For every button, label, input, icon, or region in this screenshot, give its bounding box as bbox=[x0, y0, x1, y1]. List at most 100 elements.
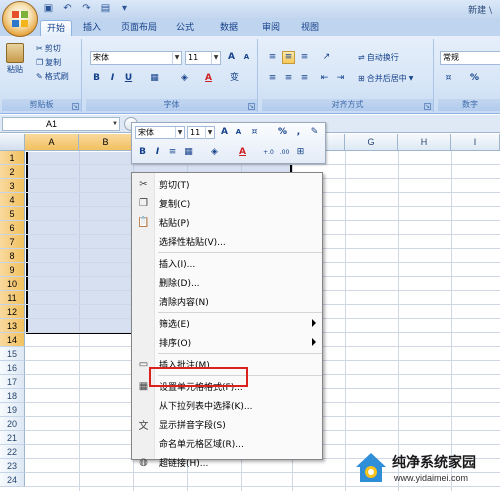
tab-review[interactable]: 审阅 bbox=[256, 20, 286, 36]
menu-item[interactable]: ❐ 复制(C) bbox=[132, 194, 322, 213]
column-header[interactable]: I bbox=[451, 134, 500, 151]
tab-insert[interactable]: 插入 bbox=[78, 20, 106, 36]
menu-item[interactable]: 插入(I)... bbox=[132, 254, 322, 273]
mini-comma-button[interactable]: , bbox=[292, 126, 305, 139]
font-name-combo[interactable]: 宋体 ▼ bbox=[90, 51, 182, 65]
align-left-icon[interactable]: ≡ bbox=[266, 72, 279, 85]
copy-button[interactable]: ❐ 复制 bbox=[36, 57, 61, 68]
column-header[interactable]: G bbox=[345, 134, 398, 151]
fill-color-icon[interactable]: ◈ bbox=[178, 72, 191, 85]
align-center-icon[interactable]: ≡ bbox=[282, 72, 295, 85]
menu-item[interactable]: 选择性粘贴(V)... bbox=[132, 232, 322, 251]
mini-italic-button[interactable]: I bbox=[151, 146, 164, 159]
row-header[interactable]: 11 bbox=[0, 291, 25, 305]
select-all-corner[interactable] bbox=[0, 134, 25, 151]
row-header[interactable]: 16 bbox=[0, 361, 25, 375]
qat-dropdown-icon[interactable]: ▾ bbox=[118, 2, 131, 15]
tab-home[interactable]: 开始 bbox=[40, 20, 72, 36]
mini-currency-icon[interactable]: ¤ bbox=[248, 126, 261, 139]
bold-button[interactable]: B bbox=[90, 72, 103, 85]
preview-icon[interactable]: ▤ bbox=[99, 2, 112, 15]
row-header[interactable]: 21 bbox=[0, 431, 25, 445]
align-right-icon[interactable]: ≡ bbox=[298, 72, 311, 85]
format-painter-button[interactable]: ✎ 格式刷 bbox=[36, 71, 69, 82]
merge-center-button[interactable]: ⊞ 合并后居中 ▼ bbox=[358, 73, 413, 84]
row-header[interactable]: 22 bbox=[0, 445, 25, 459]
mini-decrease-decimal-button[interactable]: .00 bbox=[278, 146, 291, 159]
undo-icon[interactable]: ↶ bbox=[61, 2, 74, 15]
wrap-text-button[interactable]: ⇌ 自动换行 bbox=[358, 52, 399, 63]
tab-page-layout[interactable]: 页面布局 bbox=[115, 20, 163, 36]
row-header[interactable]: 6 bbox=[0, 221, 25, 235]
font-color-button[interactable]: A bbox=[202, 72, 215, 85]
mini-merge-icon[interactable]: ⊞ bbox=[294, 146, 307, 159]
cut-button[interactable]: ✂ 剪切 bbox=[36, 43, 61, 54]
mini-increase-decimal-button[interactable]: +.0 bbox=[262, 146, 275, 159]
font-launcher-icon[interactable]: ↘ bbox=[248, 103, 255, 110]
tab-formulas[interactable]: 公式 bbox=[170, 20, 200, 36]
mini-grow-font-button[interactable]: A bbox=[218, 126, 231, 139]
tab-data[interactable]: 数据 bbox=[214, 20, 244, 36]
menu-item[interactable]: ◍ 超链接(H)... bbox=[132, 453, 322, 472]
menu-item[interactable]: 命名单元格区域(R)... bbox=[132, 434, 322, 453]
align-bottom-icon[interactable]: ≡ bbox=[298, 51, 311, 64]
mini-shrink-font-button[interactable]: A bbox=[232, 126, 245, 139]
column-header[interactable]: B bbox=[79, 134, 133, 151]
menu-item[interactable]: 筛选(E) bbox=[132, 314, 322, 333]
mini-percent-button[interactable]: % bbox=[276, 126, 289, 139]
percent-button[interactable]: % bbox=[468, 72, 481, 85]
underline-button[interactable]: U bbox=[122, 72, 135, 85]
menu-item[interactable]: 删除(D)... bbox=[132, 273, 322, 292]
row-header[interactable]: 17 bbox=[0, 375, 25, 389]
row-header[interactable]: 15 bbox=[0, 347, 25, 361]
row-header[interactable]: 2 bbox=[0, 165, 25, 179]
menu-item[interactable]: 清除内容(N) bbox=[132, 292, 322, 311]
align-middle-icon[interactable]: ≡ bbox=[282, 51, 295, 64]
row-header[interactable]: 8 bbox=[0, 249, 25, 263]
mini-format-painter-icon[interactable]: ✎ bbox=[308, 126, 321, 139]
row-header[interactable]: 10 bbox=[0, 277, 25, 291]
row-header[interactable]: 13 bbox=[0, 319, 25, 333]
mini-font-color-button[interactable]: A bbox=[236, 146, 249, 159]
row-header[interactable]: 4 bbox=[0, 193, 25, 207]
mini-fill-color-icon[interactable]: ◈ bbox=[208, 146, 221, 159]
row-header[interactable]: 5 bbox=[0, 207, 25, 221]
menu-item[interactable]: 文显示拼音字段(S) bbox=[132, 415, 322, 434]
menu-item[interactable]: ✂ 剪切(T) bbox=[132, 175, 322, 194]
italic-button[interactable]: I bbox=[106, 72, 119, 85]
row-header[interactable]: 20 bbox=[0, 417, 25, 431]
tab-view[interactable]: 视图 bbox=[295, 20, 325, 36]
row-header[interactable]: 19 bbox=[0, 403, 25, 417]
align-top-icon[interactable]: ≡ bbox=[266, 51, 279, 64]
save-icon[interactable]: ▣ bbox=[42, 2, 55, 15]
font-size-combo[interactable]: 11 ▼ bbox=[185, 51, 221, 65]
row-header[interactable]: 12 bbox=[0, 305, 25, 319]
mini-size-combo[interactable]: 11 ▼ bbox=[187, 126, 215, 139]
border-icon[interactable]: ▦ bbox=[148, 72, 161, 85]
phonetic-button[interactable]: 变 bbox=[228, 72, 241, 85]
row-header[interactable]: 3 bbox=[0, 179, 25, 193]
row-header[interactable]: 18 bbox=[0, 389, 25, 403]
alignment-launcher-icon[interactable]: ↘ bbox=[424, 103, 431, 110]
number-format-combo[interactable]: 常规 bbox=[440, 51, 500, 65]
shrink-font-button[interactable]: A bbox=[240, 51, 253, 64]
menu-item[interactable]: 从下拉列表中选择(K)... bbox=[132, 396, 322, 415]
currency-icon[interactable]: ¤ bbox=[442, 72, 455, 85]
menu-item[interactable]: 排序(O) bbox=[132, 333, 322, 352]
mini-font-combo[interactable]: 宋体 ▼ bbox=[135, 126, 185, 139]
increase-indent-icon[interactable]: ⇥ bbox=[334, 72, 347, 85]
clipboard-launcher-icon[interactable]: ↘ bbox=[72, 103, 79, 110]
office-button[interactable] bbox=[2, 1, 38, 37]
orientation-icon[interactable]: ↗ bbox=[320, 51, 333, 64]
row-header[interactable]: 9 bbox=[0, 263, 25, 277]
row-header[interactable]: 23 bbox=[0, 459, 25, 473]
decrease-indent-icon[interactable]: ⇤ bbox=[318, 72, 331, 85]
row-header[interactable]: 14 bbox=[0, 333, 25, 347]
row-header[interactable]: 1 bbox=[0, 151, 25, 165]
grow-font-button[interactable]: A bbox=[225, 51, 238, 64]
name-box[interactable]: A1 ▼ bbox=[2, 117, 120, 131]
column-header[interactable]: A bbox=[25, 134, 79, 151]
row-header[interactable]: 7 bbox=[0, 235, 25, 249]
mini-border-icon[interactable]: ▦ bbox=[182, 146, 195, 159]
mini-center-icon[interactable]: ≡ bbox=[166, 146, 179, 159]
